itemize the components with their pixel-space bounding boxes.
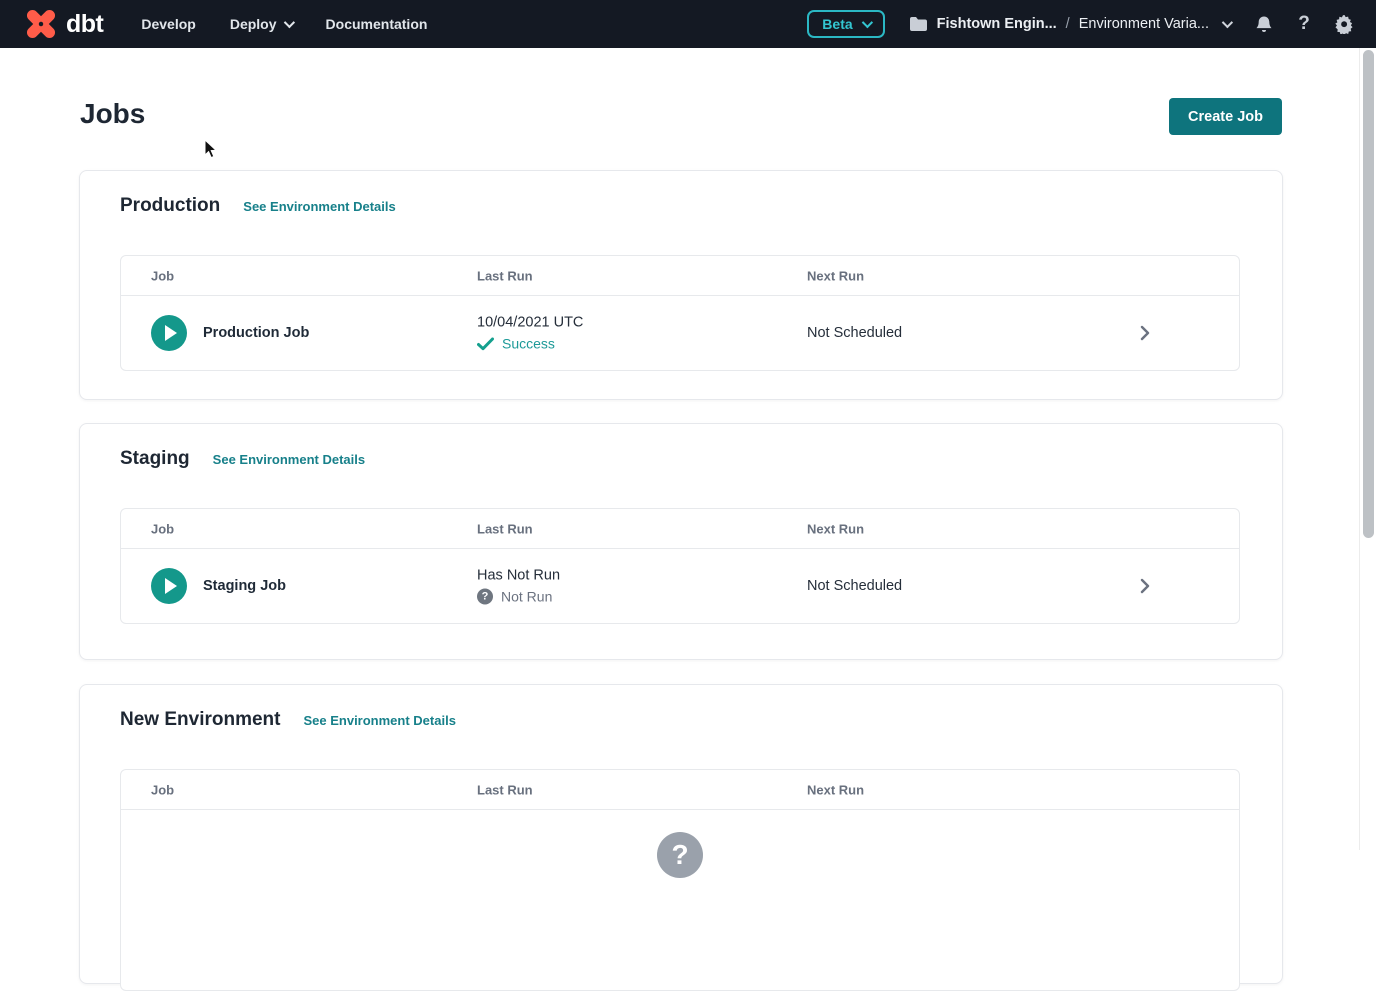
chevron-right-icon[interactable]	[1137, 578, 1153, 594]
environment-name: Staging	[120, 448, 190, 470]
environment-header: Staging See Environment Details	[120, 448, 365, 470]
jobs-table-header: Job Last Run Next Run	[121, 770, 1239, 810]
next-run-cell: Not Scheduled	[807, 325, 902, 341]
question-circle-icon: ?	[657, 832, 703, 878]
job-name: Staging Job	[203, 578, 286, 594]
jobs-table: Job Last Run Next Run Production Job 10/…	[120, 255, 1240, 371]
environment-card-new-environment: New Environment See Environment Details …	[79, 684, 1283, 984]
status-label: Success	[502, 336, 555, 352]
breadcrumb[interactable]: Fishtown Engin... / Environment Varia...	[909, 16, 1230, 32]
environment-header: Production See Environment Details	[120, 195, 396, 217]
breadcrumb-account[interactable]: Fishtown Engin...	[937, 16, 1057, 32]
vertical-scrollbar-track[interactable]	[1359, 48, 1376, 850]
last-run-date: 10/04/2021 UTC	[477, 315, 583, 331]
breadcrumb-project[interactable]: Environment Varia...	[1079, 16, 1209, 32]
breadcrumb-separator: /	[1066, 16, 1070, 32]
column-header-last-run: Last Run	[477, 521, 533, 536]
beta-dropdown-button[interactable]: Beta	[807, 10, 884, 38]
beta-label: Beta	[822, 16, 852, 32]
next-run-cell: Not Scheduled	[807, 578, 902, 594]
jobs-table: Job Last Run Next Run Staging Job Has No…	[120, 508, 1240, 624]
column-header-next-run: Next Run	[807, 521, 864, 536]
nav-item-deploy-label: Deploy	[230, 16, 277, 32]
job-row-production-job[interactable]: Production Job 10/04/2021 UTC Success No…	[121, 296, 1239, 370]
dbt-logo-text: dbt	[66, 10, 103, 39]
page-title: Jobs	[80, 98, 145, 130]
nav-item-develop[interactable]: Develop	[141, 16, 195, 32]
create-job-button[interactable]: Create Job	[1169, 98, 1282, 135]
chevron-down-icon	[1222, 17, 1233, 28]
jobs-table-header: Job Last Run Next Run	[121, 256, 1239, 296]
job-name: Production Job	[203, 325, 309, 341]
column-header-next-run: Next Run	[807, 782, 864, 797]
last-run-status: Success	[477, 336, 583, 352]
dbt-logo-icon	[24, 7, 58, 41]
see-environment-details-link[interactable]: See Environment Details	[243, 199, 395, 214]
chevron-down-icon	[283, 17, 294, 28]
success-check-icon	[477, 337, 494, 350]
navbar-icons: ?	[1254, 14, 1354, 34]
see-environment-details-link[interactable]: See Environment Details	[213, 452, 365, 467]
column-header-last-run: Last Run	[477, 268, 533, 283]
column-header-job: Job	[151, 521, 174, 536]
job-row-staging-job[interactable]: Staging Job Has Not Run ? Not Run Not Sc…	[121, 549, 1239, 623]
help-icon[interactable]: ?	[1294, 14, 1314, 34]
jobs-table: Job Last Run Next Run ?	[120, 769, 1240, 991]
navbar-right: Beta Fishtown Engin... / Environment Var…	[807, 10, 1354, 38]
last-run-cell: 10/04/2021 UTC Success	[477, 315, 583, 352]
environment-name: Production	[120, 195, 220, 217]
environment-name: New Environment	[120, 709, 280, 731]
last-run-cell: Has Not Run ? Not Run	[477, 568, 560, 605]
environment-header: New Environment See Environment Details	[120, 709, 456, 731]
empty-jobs-state: ?	[121, 810, 1239, 990]
column-header-next-run: Next Run	[807, 268, 864, 283]
notifications-bell-icon[interactable]	[1254, 14, 1274, 34]
nav-item-develop-label: Develop	[141, 16, 195, 32]
run-job-play-button[interactable]	[151, 315, 187, 351]
last-run-date: Has Not Run	[477, 568, 560, 584]
vertical-scrollbar-thumb[interactable]	[1363, 50, 1374, 538]
dbt-logo[interactable]: dbt	[24, 7, 103, 41]
nav-item-documentation-label: Documentation	[326, 16, 428, 32]
main-nav: Develop Deploy Documentation	[141, 16, 427, 32]
column-header-job: Job	[151, 268, 174, 283]
jobs-table-header: Job Last Run Next Run	[121, 509, 1239, 549]
see-environment-details-link[interactable]: See Environment Details	[303, 713, 455, 728]
environment-card-production: Production See Environment Details Job L…	[79, 170, 1283, 400]
nav-item-deploy[interactable]: Deploy	[230, 16, 292, 32]
column-header-job: Job	[151, 782, 174, 797]
column-header-last-run: Last Run	[477, 782, 533, 797]
status-label: Not Run	[501, 589, 552, 605]
settings-gear-icon[interactable]	[1334, 14, 1354, 34]
last-run-status: ? Not Run	[477, 589, 560, 605]
not-run-question-icon: ?	[477, 589, 493, 605]
mouse-cursor	[204, 139, 218, 159]
folder-icon	[909, 16, 928, 32]
run-job-play-button[interactable]	[151, 568, 187, 604]
nav-item-documentation[interactable]: Documentation	[326, 16, 428, 32]
chevron-right-icon[interactable]	[1137, 325, 1153, 341]
environment-card-staging: Staging See Environment Details Job Last…	[79, 423, 1283, 660]
chevron-down-icon	[861, 17, 872, 28]
top-navbar: dbt Develop Deploy Documentation Beta Fi…	[0, 0, 1376, 48]
